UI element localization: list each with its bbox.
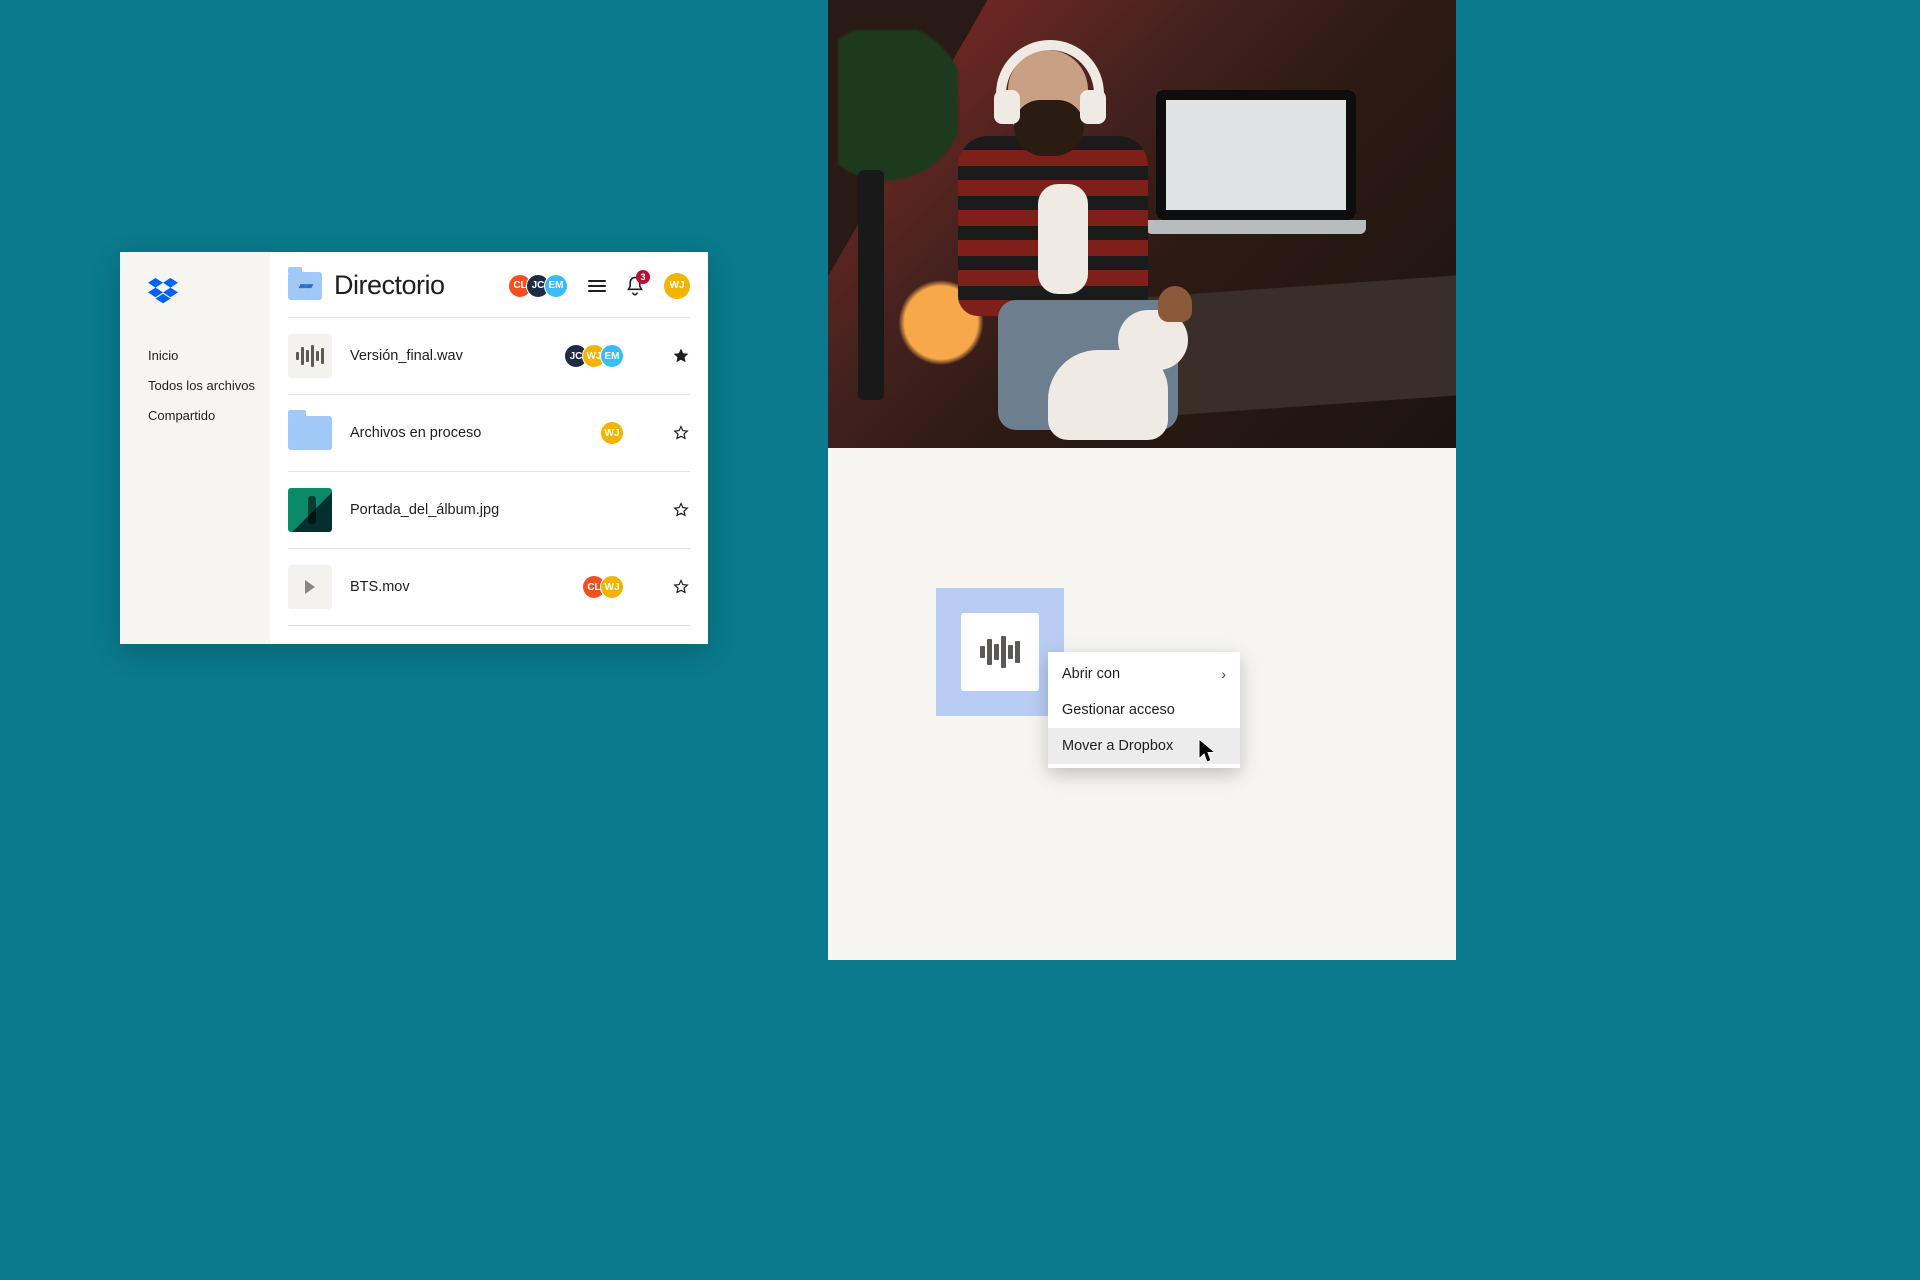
avatar[interactable]: WJ <box>600 421 624 445</box>
sidebar-item-shared[interactable]: Compartido <box>148 408 270 423</box>
folder-header: ▰▰ Directorio CL JC EM 3 <box>288 270 690 318</box>
file-row[interactable]: Archivos en proceso WJ <box>288 395 690 472</box>
file-collaborators[interactable]: WJ <box>600 421 624 445</box>
play-icon <box>305 580 315 594</box>
context-menu-label: Gestionar acceso <box>1062 702 1175 718</box>
shared-folder-icon: ▰▰ <box>288 272 322 300</box>
file-list-pane: ▰▰ Directorio CL JC EM 3 <box>270 252 708 644</box>
avatar[interactable]: WJ <box>600 575 624 599</box>
star-toggle[interactable] <box>672 347 690 365</box>
image-thumbnail-icon <box>288 488 332 532</box>
avatar[interactable]: EM <box>544 274 568 298</box>
sidebar-item-all-files[interactable]: Todos los archivos <box>148 378 270 393</box>
star-outline-icon <box>672 501 690 519</box>
file-name: Versión_final.wav <box>350 348 546 364</box>
file-collaborators[interactable]: CL WJ <box>582 575 624 599</box>
context-menu-item-manage-access[interactable]: Gestionar acceso <box>1048 692 1240 728</box>
file-row[interactable]: Versión_final.wav JC WJ EM <box>288 318 690 395</box>
file-browser-window: Inicio Todos los archivos Compartido ▰▰ … <box>120 252 708 644</box>
context-menu-item-open-with[interactable]: Abrir con › <box>1048 656 1240 692</box>
context-menu-label: Mover a Dropbox <box>1062 738 1173 754</box>
sidebar-item-home[interactable]: Inicio <box>148 348 270 363</box>
file-row[interactable]: BTS.mov CL WJ <box>288 549 690 626</box>
folder-title: Directorio <box>334 270 496 301</box>
file-name: BTS.mov <box>350 579 564 595</box>
file-name: Portada_del_álbum.jpg <box>350 502 606 518</box>
file-row[interactable]: Portada_del_álbum.jpg <box>288 472 690 549</box>
star-toggle[interactable] <box>672 501 690 519</box>
star-outline-icon <box>672 578 690 596</box>
desktop-audio-file-icon[interactable] <box>936 588 1064 716</box>
lifestyle-photo <box>828 0 1456 448</box>
star-filled-icon <box>672 347 690 365</box>
chevron-right-icon: › <box>1221 666 1226 682</box>
folder-icon <box>288 411 332 455</box>
notifications-button[interactable]: 3 <box>626 276 644 296</box>
context-menu-label: Abrir con <box>1062 666 1120 682</box>
star-toggle[interactable] <box>672 578 690 596</box>
list-view-icon[interactable] <box>588 280 606 292</box>
right-column: Abrir con › Gestionar acceso Mover a Dro… <box>828 0 1456 960</box>
video-file-icon <box>288 565 332 609</box>
notification-count-badge: 3 <box>636 270 650 284</box>
star-outline-icon <box>672 424 690 442</box>
context-menu-panel: Abrir con › Gestionar acceso Mover a Dro… <box>828 448 1456 960</box>
file-collaborators[interactable]: JC WJ EM <box>564 344 624 368</box>
stage: Inicio Todos los archivos Compartido ▰▰ … <box>0 0 1456 960</box>
collaborators-stack[interactable]: CL JC EM <box>508 274 568 298</box>
file-name: Archivos en proceso <box>350 425 582 441</box>
current-user-avatar[interactable]: WJ <box>664 273 690 299</box>
star-toggle[interactable] <box>672 424 690 442</box>
dropbox-logo-icon[interactable] <box>148 278 270 304</box>
audio-file-icon <box>288 334 332 378</box>
sidebar: Inicio Todos los archivos Compartido <box>120 252 270 644</box>
avatar[interactable]: EM <box>600 344 624 368</box>
